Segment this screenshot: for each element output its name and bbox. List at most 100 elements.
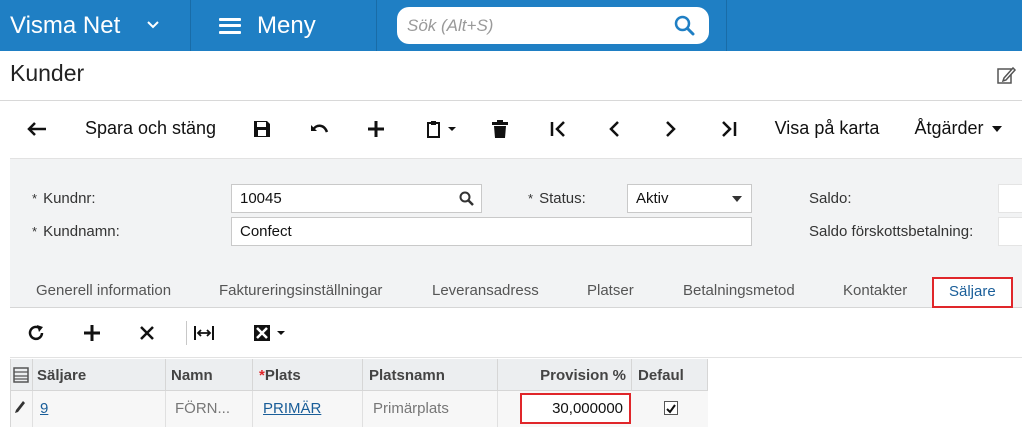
balance-label: Saldo: xyxy=(809,190,852,207)
refresh-button[interactable] xyxy=(24,308,48,358)
column-header-default[interactable]: Defaul xyxy=(632,359,708,391)
column-header-location-name[interactable]: Platsnamn xyxy=(363,359,498,391)
toolbar-divider xyxy=(186,321,187,345)
search-icon[interactable] xyxy=(459,191,474,206)
cell-location[interactable]: PRIMÄR xyxy=(253,391,363,427)
first-icon xyxy=(550,120,565,137)
caret-down-icon xyxy=(732,196,742,202)
customer-number-label: Kundnr: xyxy=(43,190,96,207)
actions-label: Åtgärder xyxy=(914,118,984,138)
chevron-right-icon xyxy=(666,120,676,137)
default-checkbox[interactable] xyxy=(664,401,678,415)
search-box xyxy=(397,7,709,44)
plus-icon xyxy=(368,120,384,137)
last-record-button[interactable] xyxy=(715,101,743,156)
required-marker: * xyxy=(528,191,534,206)
delete-button[interactable] xyxy=(486,101,514,156)
location-link[interactable]: PRIMÄR xyxy=(263,400,321,417)
checkmark-icon xyxy=(666,404,676,414)
tab-payment-method[interactable]: Betalningsmetod xyxy=(683,282,795,299)
commission-input[interactable]: 30,000000 xyxy=(520,393,631,424)
grid-toolbar xyxy=(10,308,1022,358)
column-settings[interactable] xyxy=(11,359,33,391)
caret-down-icon xyxy=(991,125,1002,132)
tab-bar: Generell information Faktureringsinställ… xyxy=(10,266,1022,308)
balance-field xyxy=(998,184,1022,213)
last-icon xyxy=(722,120,737,137)
pencil-icon xyxy=(15,401,25,413)
brand-menu[interactable]: Visma Net xyxy=(0,0,191,51)
menu-label: Meny xyxy=(257,11,316,39)
cell-location-name: Primärplats xyxy=(363,391,498,427)
trash-icon xyxy=(492,119,508,138)
close-icon xyxy=(140,326,154,340)
show-on-map-button[interactable]: Visa på karta xyxy=(768,101,886,156)
save-and-close-button[interactable]: Spara och stäng xyxy=(78,101,223,156)
status-label: Status: xyxy=(539,190,586,207)
previous-record-button[interactable] xyxy=(600,101,628,156)
actions-menu-button[interactable]: Åtgärder xyxy=(908,101,1008,156)
prepayment-balance-field xyxy=(998,217,1022,246)
brand-name: Visma Net xyxy=(10,11,121,39)
delete-row-button[interactable] xyxy=(135,308,159,358)
customer-number-field[interactable]: 10045 xyxy=(231,184,482,213)
first-record-button[interactable] xyxy=(544,101,572,156)
fit-width-icon xyxy=(194,326,214,340)
tab-contacts[interactable]: Kontakter xyxy=(843,282,907,299)
column-header-commission[interactable]: Provision % xyxy=(498,359,632,391)
edit-icon[interactable] xyxy=(996,65,1018,85)
columns-icon xyxy=(13,367,29,383)
page-title: Kunder xyxy=(10,60,85,86)
tab-general-information[interactable]: Generell information xyxy=(36,282,171,299)
chevron-left-icon xyxy=(609,120,619,137)
cell-name: FÖRN... xyxy=(166,391,253,427)
column-header-location[interactable]: *Plats xyxy=(253,359,363,391)
customer-name-value: Confect xyxy=(240,223,292,240)
column-header-location-label: Plats xyxy=(264,367,301,384)
save-icon xyxy=(254,120,270,137)
copy-paste-button[interactable] xyxy=(418,101,464,156)
fit-columns-button[interactable] xyxy=(190,308,218,358)
main-menu-button[interactable]: Meny xyxy=(191,0,377,51)
seller-link[interactable]: 9 xyxy=(40,400,48,417)
export-excel-button[interactable] xyxy=(246,308,292,358)
next-record-button[interactable] xyxy=(657,101,685,156)
status-value: Aktiv xyxy=(636,190,669,207)
main-toolbar: Spara och stäng Visa på karta Åtgärder xyxy=(0,101,1022,156)
undo-icon xyxy=(311,124,329,133)
top-bar: Visma Net Meny xyxy=(0,0,1022,51)
grid-header: Säljare Namn *Plats Platsnamn Provision … xyxy=(11,359,708,391)
customer-name-field[interactable]: Confect xyxy=(231,217,752,246)
status-select[interactable]: Aktiv xyxy=(627,184,752,213)
customer-number-value: 10045 xyxy=(240,190,282,207)
salespersons-grid: Säljare Namn *Plats Platsnamn Provision … xyxy=(10,359,708,427)
search-input[interactable] xyxy=(397,7,657,44)
tab-salespersons[interactable]: Säljare xyxy=(932,277,1013,308)
clipboard-icon xyxy=(427,120,456,138)
customer-name-label: Kundnamn: xyxy=(43,223,120,240)
add-row-button[interactable] xyxy=(80,308,104,358)
undo-button[interactable] xyxy=(305,101,333,156)
row-edit-indicator xyxy=(11,391,33,427)
tab-locations[interactable]: Platser xyxy=(587,282,634,299)
required-marker: * xyxy=(32,191,38,206)
cell-seller[interactable]: 9 xyxy=(33,391,166,427)
customer-form: * Kundnr: 10045 * Status: Aktiv Saldo: * Ku… xyxy=(10,158,1022,266)
plus-icon xyxy=(84,325,100,341)
search-icon[interactable] xyxy=(674,15,695,36)
prepayment-balance-label: Saldo förskottsbetalning: xyxy=(809,223,974,240)
add-button[interactable] xyxy=(362,101,390,156)
hamburger-icon xyxy=(219,17,241,34)
table-row[interactable]: 9 FÖRN... PRIMÄR Primärplats 30,000000 xyxy=(11,391,708,427)
required-marker: * xyxy=(32,224,38,239)
back-arrow-icon xyxy=(27,121,46,136)
column-header-name[interactable]: Namn xyxy=(166,359,253,391)
tab-billing-settings[interactable]: Faktureringsinställningar xyxy=(219,282,382,299)
save-button[interactable] xyxy=(248,101,276,156)
back-button[interactable] xyxy=(20,101,54,156)
chevron-down-icon xyxy=(147,21,159,29)
excel-icon xyxy=(254,325,285,341)
tab-delivery-address[interactable]: Leveransadress xyxy=(432,282,539,299)
column-header-seller[interactable]: Säljare xyxy=(33,359,166,391)
title-row: Kunder xyxy=(0,51,1022,101)
